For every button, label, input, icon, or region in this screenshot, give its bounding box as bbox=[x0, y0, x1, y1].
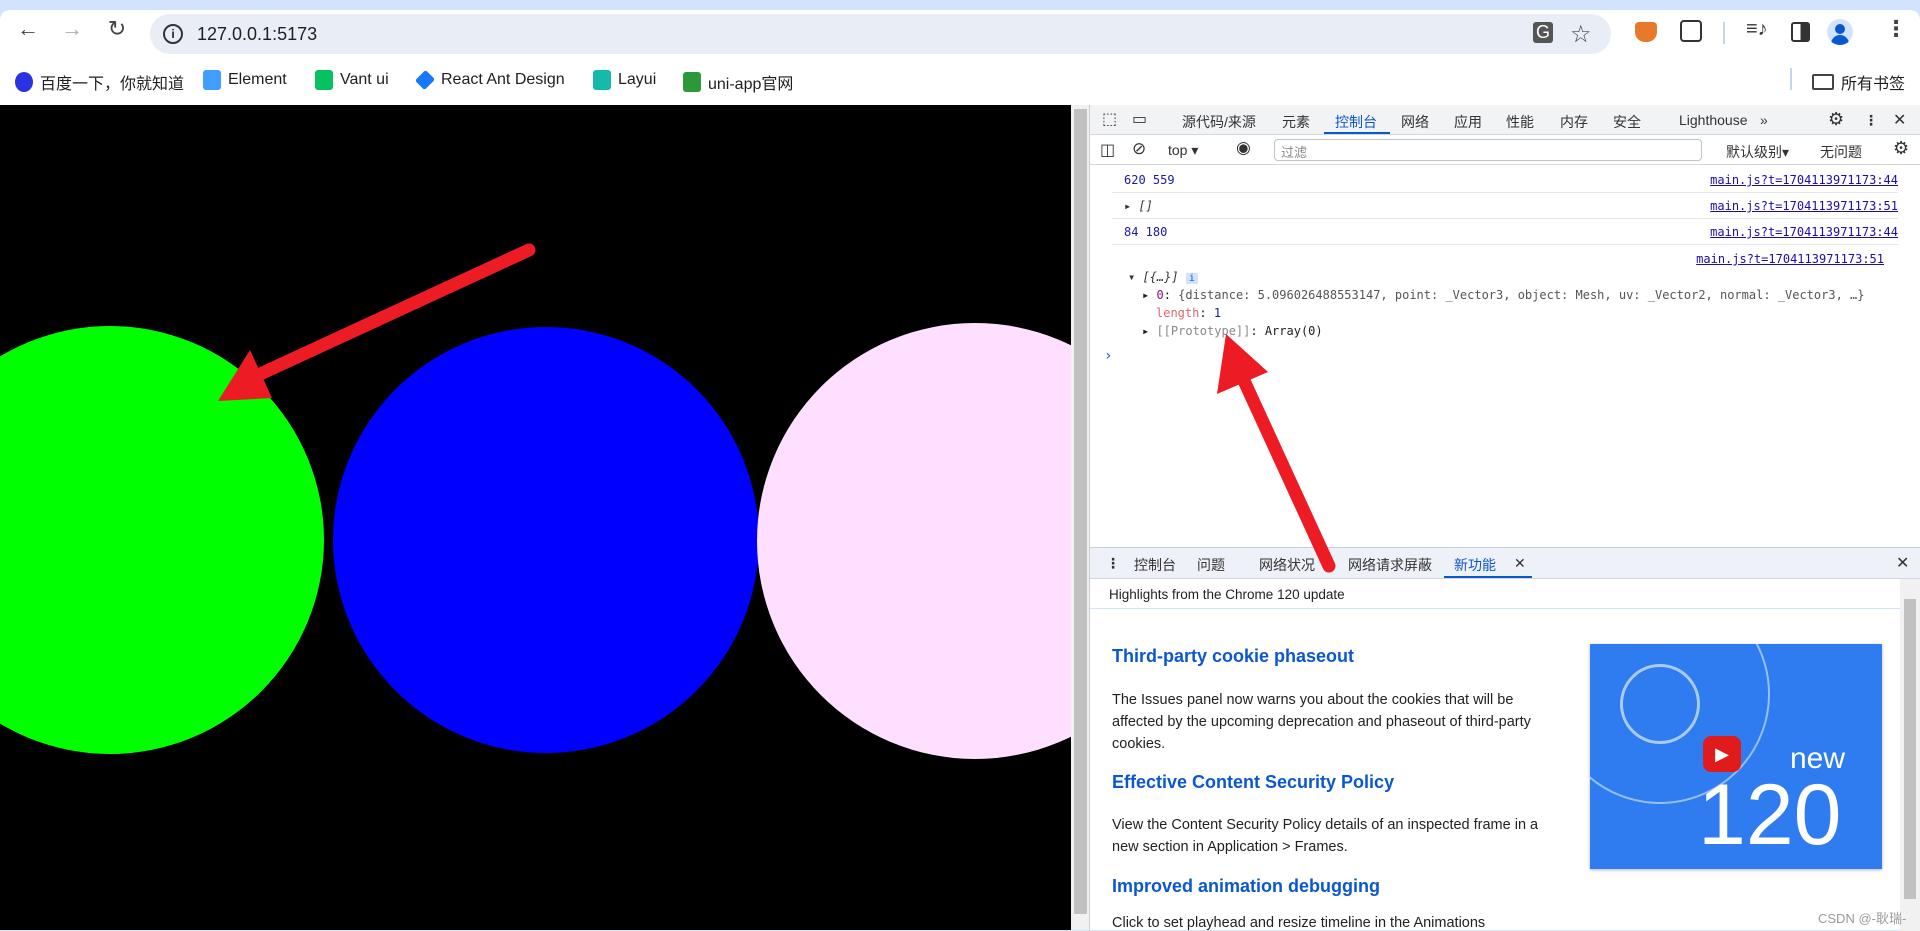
arrow-to-green-circle bbox=[218, 243, 536, 401]
arrow-to-console-output bbox=[1217, 334, 1336, 573]
annotation-arrows bbox=[218, 243, 1336, 573]
